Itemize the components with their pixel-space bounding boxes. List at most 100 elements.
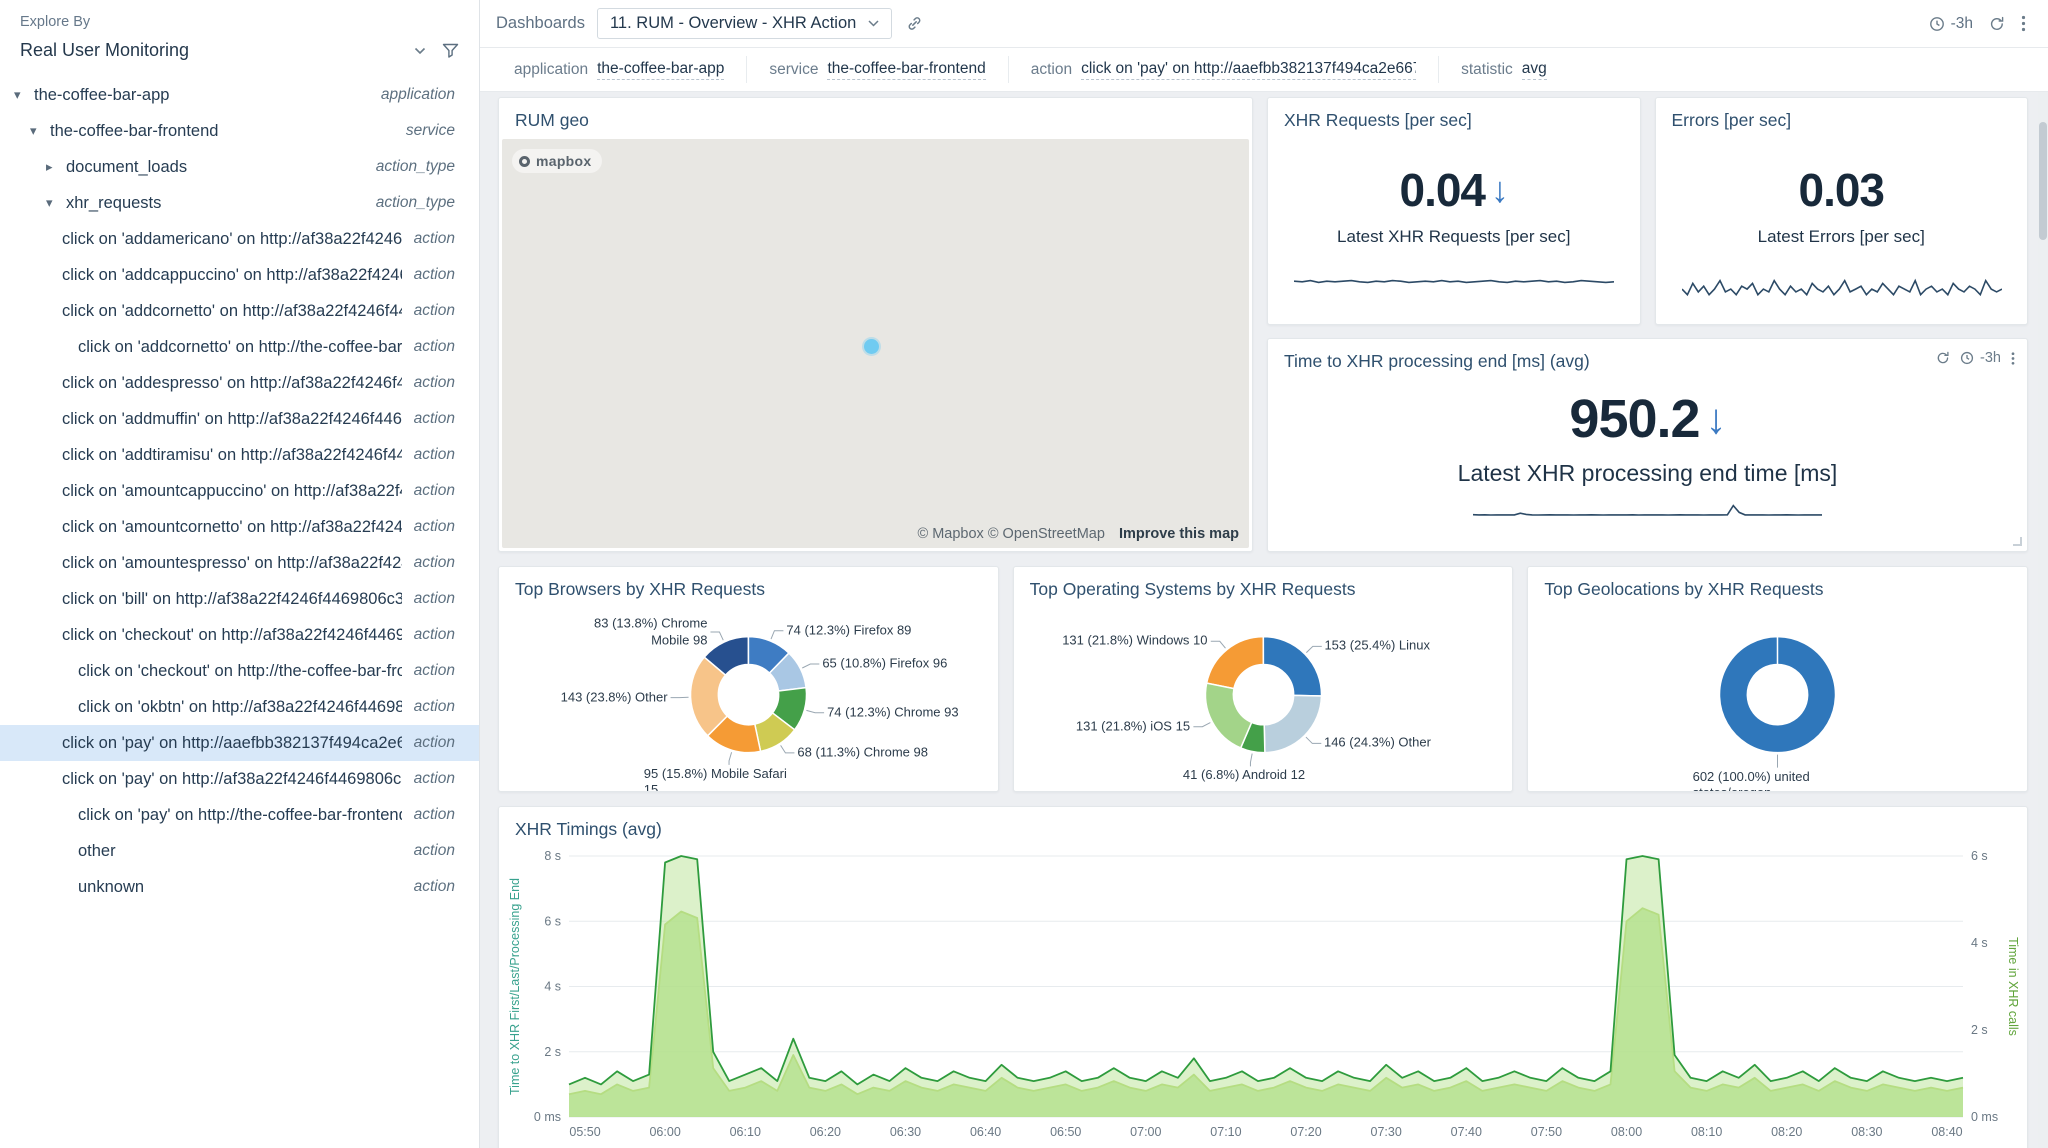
kpi-caption: Latest XHR processing end time [ms]	[1458, 460, 1838, 487]
mapbox-logo-mark	[519, 156, 530, 167]
topbar-controls: -3h	[1929, 15, 2026, 33]
tree-item[interactable]: ▾the-coffee-bar-appapplication	[0, 77, 479, 113]
tree-item-label: click on 'amountcappuccino' on http://af…	[62, 482, 402, 501]
donut-slice[interactable]	[1264, 695, 1321, 752]
tree-item[interactable]: click on 'amountespresso' on http://af38…	[0, 545, 479, 581]
tree-item-type: action	[402, 878, 479, 896]
tree-item-label: click on 'pay' on http://the-coffee-bar-…	[78, 806, 402, 825]
tree-item[interactable]: click on 'addespresso' on http://af38a22…	[0, 365, 479, 401]
svg-text:4 s: 4 s	[1971, 936, 1988, 950]
geolocations-donut-chart[interactable]: 602 (100.0%) united states/oregon	[1538, 604, 2017, 789]
time-range-label: -3h	[1980, 350, 2001, 366]
donut-canvas	[1538, 604, 2017, 789]
svg-text:2 s: 2 s	[544, 1045, 561, 1059]
svg-text:06:40: 06:40	[970, 1125, 1001, 1139]
donut-slice[interactable]	[1263, 637, 1321, 696]
filter-funnel-icon[interactable]	[442, 43, 459, 58]
tree-item[interactable]: click on 'addmuffin' on http://af38a22f4…	[0, 401, 479, 437]
refresh-icon[interactable]	[1936, 351, 1950, 365]
map-attribution-text: © Mapbox © OpenStreetMap	[918, 526, 1105, 542]
refresh-icon[interactable]	[1989, 16, 2005, 32]
svg-text:06:20: 06:20	[810, 1125, 841, 1139]
chevron-right-icon[interactable]: ▸	[46, 159, 66, 175]
donut-slice[interactable]	[1205, 683, 1251, 748]
dashboard-selector[interactable]: 11. RUM - Overview - XHR Action	[597, 8, 892, 39]
explore-type-selector[interactable]: Real User Monitoring	[0, 30, 479, 77]
panel-title: Top Geolocations by XHR Requests	[1528, 567, 2027, 604]
tree-item[interactable]: unknownaction	[0, 869, 479, 905]
filter-action: action click on 'pay' on http://aaefbb38…	[1009, 56, 1439, 83]
svg-text:07:40: 07:40	[1451, 1125, 1482, 1139]
filter-label: service	[769, 61, 818, 79]
tree-item[interactable]: click on 'pay' on http://af38a22f4246f44…	[0, 761, 479, 797]
scrollbar-thumb[interactable]	[2039, 122, 2047, 240]
sparkline	[1473, 499, 1822, 533]
mapbox-logo[interactable]: mapbox	[512, 149, 602, 173]
time-range-control[interactable]: -3h	[1929, 15, 1973, 33]
tree-item-type: action	[402, 842, 479, 860]
map-canvas[interactable]: mapbox © Mapbox © OpenStreetMap Improve …	[502, 139, 1249, 548]
resize-handle[interactable]	[2013, 537, 2022, 546]
tree-item[interactable]: click on 'bill' on http://af38a22f4246f4…	[0, 581, 479, 617]
svg-text:06:50: 06:50	[1050, 1125, 1081, 1139]
tree-item[interactable]: click on 'addamericano' on http://af38a2…	[0, 221, 479, 257]
filter-value[interactable]: avg	[1522, 60, 1547, 80]
filter-value[interactable]: the-coffee-bar-frontend	[827, 60, 985, 80]
svg-text:0 ms: 0 ms	[534, 1110, 561, 1124]
chevron-down-icon[interactable]: ▾	[14, 87, 34, 103]
tree-item-type: action	[402, 230, 479, 248]
tree-item-label: xhr_requests	[66, 194, 364, 213]
tree-item[interactable]: click on 'addcornetto' on http://the-cof…	[0, 329, 479, 365]
tree-item[interactable]: click on 'amountcornetto' on http://af38…	[0, 509, 479, 545]
svg-text:07:20: 07:20	[1290, 1125, 1321, 1139]
tree-item[interactable]: ▸document_loadsaction_type	[0, 149, 479, 185]
donut-slice[interactable]	[1720, 637, 1836, 753]
filter-label: application	[514, 61, 588, 79]
kebab-menu-icon[interactable]	[2011, 351, 2015, 366]
chevron-down-icon[interactable]	[414, 47, 426, 55]
os-donut-chart[interactable]: 131 (21.8%) Windows 10153 (25.4%) Linux1…	[1024, 604, 1503, 789]
tree-item[interactable]: click on 'addcappuccino' on http://af38a…	[0, 257, 479, 293]
tree-item[interactable]: otheraction	[0, 833, 479, 869]
share-link-icon[interactable]	[906, 15, 923, 32]
chevron-down-icon[interactable]: ▾	[30, 123, 50, 139]
map-data-point[interactable]	[864, 339, 879, 354]
tree-item[interactable]: click on 'pay' on http://aaefbb382137f49…	[0, 725, 479, 761]
improve-map-link[interactable]: Improve this map	[1119, 526, 1239, 542]
tree-item[interactable]: click on 'addcornetto' on http://af38a22…	[0, 293, 479, 329]
dashboard-content: RUM geo mapbox © Mapbox © OpenStreetMap …	[480, 92, 2048, 1148]
donut-slice-label: 74 (12.3%) Chrome 93	[827, 704, 959, 721]
tree-item[interactable]: click on 'pay' on http://the-coffee-bar-…	[0, 797, 479, 833]
donut-slice-label: 83 (13.8%) Chrome Mobile 98	[552, 615, 707, 648]
panel-title: Top Operating Systems by XHR Requests	[1014, 567, 1513, 604]
kpi-value: 0.04↓	[1399, 163, 1508, 217]
svg-text:6 s: 6 s	[1971, 849, 1988, 863]
time-range-control[interactable]: -3h	[1960, 350, 2001, 366]
timeseries-canvas[interactable]: 0 ms2 s4 s6 s8 s0 ms2 s4 s6 s05:5006:000…	[505, 846, 2021, 1145]
explore-sidebar: Explore By Real User Monitoring ▾the-cof…	[0, 0, 480, 1148]
tree-item-type: action	[402, 554, 479, 572]
tree-item[interactable]: click on 'checkout' on http://af38a22f42…	[0, 617, 479, 653]
tree-item[interactable]: click on 'addtiramisu' on http://af38a22…	[0, 437, 479, 473]
kebab-menu-icon[interactable]	[2021, 15, 2026, 32]
tree-item-label: click on 'addamericano' on http://af38a2…	[62, 230, 402, 249]
donut-slice-label: 95 (15.8%) Mobile Safari 15	[644, 766, 799, 792]
svg-text:4 s: 4 s	[544, 980, 561, 994]
chevron-down-icon[interactable]: ▾	[46, 195, 66, 211]
tree-item-label: click on 'pay' on http://af38a22f4246f44…	[62, 770, 402, 789]
tree-item[interactable]: click on 'okbtn' on http://af38a22f4246f…	[0, 689, 479, 725]
filter-value[interactable]: the-coffee-bar-app	[597, 60, 724, 80]
tree-item[interactable]: click on 'amountcappuccino' on http://af…	[0, 473, 479, 509]
filter-value[interactable]: click on 'pay' on http://aaefbb382137f49…	[1081, 60, 1416, 80]
tree-item[interactable]: ▾xhr_requestsaction_type	[0, 185, 479, 221]
tree-item-type: action	[402, 374, 479, 392]
timings-chart[interactable]: 0 ms2 s4 s6 s8 s0 ms2 s4 s6 s05:5006:000…	[505, 846, 2021, 1145]
tree-item[interactable]: ▾the-coffee-bar-frontendservice	[0, 113, 479, 149]
donut-slice[interactable]	[1206, 637, 1263, 689]
svg-text:07:30: 07:30	[1371, 1125, 1402, 1139]
browsers-donut-chart[interactable]: 83 (13.8%) Chrome Mobile 9874 (12.3%) Fi…	[509, 604, 988, 789]
tree-item-label: click on 'addcappuccino' on http://af38a…	[62, 266, 402, 285]
panel-title: XHR Timings (avg)	[499, 807, 2027, 844]
trend-down-icon: ↓	[1706, 395, 1726, 443]
tree-item[interactable]: click on 'checkout' on http://the-coffee…	[0, 653, 479, 689]
